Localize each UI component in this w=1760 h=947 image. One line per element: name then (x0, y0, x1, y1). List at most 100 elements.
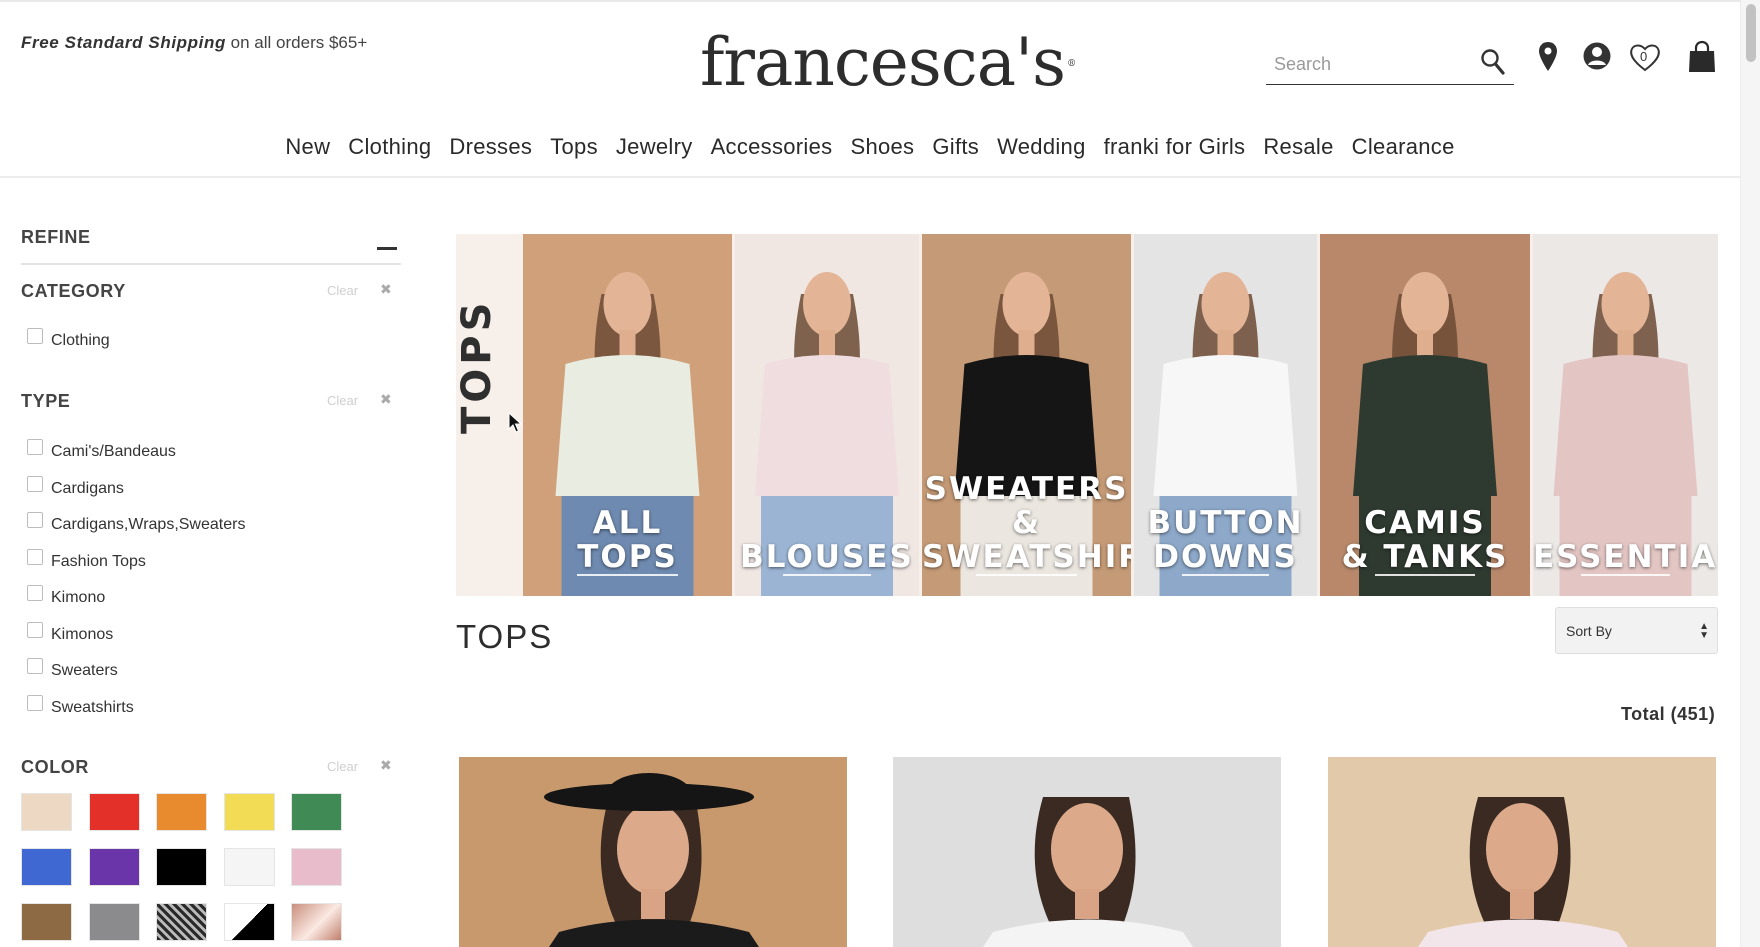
checkbox[interactable] (27, 512, 43, 528)
filter-option-type[interactable]: Cardigans,Wraps,Sweaters (27, 512, 245, 536)
nav-item-shoes[interactable]: Shoes (850, 134, 914, 160)
category-tile[interactable]: BLOUSES (735, 234, 919, 596)
tile-label: SWEATERS & SWEATSHIRT (922, 470, 1131, 575)
wishlist-icon[interactable]: 0 (1628, 40, 1662, 79)
nav-item-tops[interactable]: Tops (550, 134, 598, 160)
color-clear-link[interactable]: Clear (327, 759, 358, 774)
results-total: Total (451) (1621, 704, 1716, 724)
account-icon[interactable] (1582, 40, 1612, 77)
page-scrollbar[interactable] (1740, 0, 1760, 947)
shipping-promo[interactable]: Free Standard Shipping on all orders $65… (21, 33, 367, 53)
nav-item-wedding[interactable]: Wedding (997, 134, 1086, 160)
search-icon[interactable] (1480, 47, 1506, 82)
nav-item-accessories[interactable]: Accessories (711, 134, 833, 160)
category-banner: TOPS ALL TOPS BLOUSES SWEATERS & SWEATSHIR… (454, 234, 1718, 596)
main-nav: New Clothing Dresses Tops Jewelry Accessories… (0, 134, 1740, 160)
category-clear-link[interactable]: Clear (327, 283, 358, 298)
nav-item-resale[interactable]: Resale (1263, 134, 1333, 160)
filter-option-label: Sweatshirts (51, 698, 134, 716)
banner-vertical-title: TOPS (454, 298, 500, 434)
page-title: TOPS (456, 618, 554, 655)
filter-option-label: Fashion Tops (51, 552, 146, 570)
type-clear-link[interactable]: Clear (327, 393, 358, 408)
nav-item-dresses[interactable]: Dresses (449, 134, 532, 160)
color-swatch[interactable] (156, 903, 207, 941)
nav-item-clearance[interactable]: Clearance (1352, 134, 1455, 160)
color-swatch[interactable] (21, 903, 72, 941)
scrollbar-thumb[interactable] (1746, 4, 1756, 62)
filter-option-type[interactable]: Fashion Tops (27, 548, 146, 573)
category-tile[interactable]: ALL TOPS (523, 234, 732, 596)
color-close-icon[interactable]: ✖ (380, 757, 392, 774)
category-facet-title[interactable]: CATEGORY (21, 281, 126, 302)
category-tile[interactable]: SWEATERS & SWEATSHIRT (922, 234, 1131, 596)
store-locator-icon[interactable] (1537, 40, 1559, 79)
brand-logo[interactable]: francesca's ® (700, 30, 1076, 96)
search-input[interactable] (1274, 51, 1464, 77)
nav-item-jewelry[interactable]: Jewelry (616, 134, 693, 160)
product-card[interactable] (1328, 757, 1716, 947)
product-card[interactable] (893, 757, 1281, 947)
filter-option-type[interactable]: Cardigans (27, 475, 124, 500)
nav-item-gifts[interactable]: Gifts (932, 134, 979, 160)
color-swatch[interactable] (223, 903, 275, 941)
filter-option-clothing[interactable]: Clothing (27, 328, 110, 352)
color-swatch[interactable] (291, 793, 342, 831)
product-image (544, 773, 759, 947)
tile-underline (577, 574, 678, 576)
select-arrows-icon: ▲ ▼ (1699, 621, 1709, 641)
collapse-refine-icon[interactable] (377, 247, 397, 250)
type-facet-title[interactable]: TYPE (21, 391, 70, 412)
color-swatch[interactable] (223, 793, 275, 831)
logo-registered-mark: ® (1067, 59, 1076, 69)
color-facet-title[interactable]: COLOR (21, 757, 89, 778)
tile-underline (1374, 574, 1476, 576)
logo-text[interactable]: francesca's (700, 24, 1066, 101)
category-tile[interactable]: BUTTON DOWNS (1134, 234, 1317, 596)
filter-option-type[interactable]: Cami's/Bandeaus (27, 439, 176, 463)
color-swatch[interactable] (88, 848, 140, 886)
filter-option-label: Kimonos (51, 625, 114, 643)
tile-label: ESSENTIALS (1533, 538, 1718, 575)
color-swatch[interactable] (156, 793, 207, 831)
search-box[interactable] (1266, 45, 1514, 85)
checkbox[interactable] (27, 658, 43, 674)
filter-option-type[interactable]: Kimono (27, 585, 105, 609)
color-swatch[interactable] (291, 848, 342, 886)
color-swatch[interactable] (21, 793, 72, 831)
checkbox[interactable] (27, 475, 43, 492)
filter-option-label: Cardigans (51, 479, 124, 497)
tile-label: CAMIS & TANKS (1341, 504, 1509, 575)
filter-option-type[interactable]: Sweatshirts (27, 694, 134, 719)
filter-option-type[interactable]: Sweaters (27, 658, 118, 682)
category-tile[interactable]: ESSENTIALS (1533, 234, 1718, 596)
tile-underline (976, 574, 1077, 576)
nav-item-franki-for-girls[interactable]: franki for Girls (1104, 134, 1246, 160)
color-swatch[interactable] (223, 848, 275, 886)
category-close-icon[interactable]: ✖ (380, 281, 392, 298)
product-card[interactable] (459, 757, 847, 947)
nav-item-clothing[interactable]: Clothing (348, 134, 431, 160)
checkbox[interactable] (27, 694, 43, 711)
nav-item-new[interactable]: New (285, 134, 330, 160)
color-swatch[interactable] (88, 793, 140, 831)
product-image (983, 797, 1193, 947)
type-close-icon[interactable]: ✖ (380, 391, 392, 408)
checkbox[interactable] (27, 585, 43, 601)
color-swatch[interactable] (156, 848, 207, 886)
tile-label: BLOUSES (740, 538, 914, 575)
checkbox[interactable] (27, 439, 43, 455)
color-swatch[interactable] (88, 903, 140, 941)
filter-option-type[interactable]: Kimonos (27, 621, 114, 646)
checkbox[interactable] (27, 328, 43, 344)
checkbox[interactable] (27, 621, 43, 638)
color-swatch[interactable] (21, 848, 72, 886)
category-tile[interactable]: CAMIS & TANKS (1320, 234, 1530, 596)
color-swatch[interactable] (291, 903, 342, 941)
shopping-bag-icon[interactable] (1688, 40, 1716, 79)
filter-option-label: Cami's/Bandeaus (51, 443, 176, 460)
checkbox[interactable] (27, 548, 43, 565)
tile-underline (782, 574, 872, 576)
sort-by-select[interactable]: Sort By ▲ ▼ (1555, 607, 1718, 654)
tile-label: ALL TOPS (577, 504, 678, 575)
